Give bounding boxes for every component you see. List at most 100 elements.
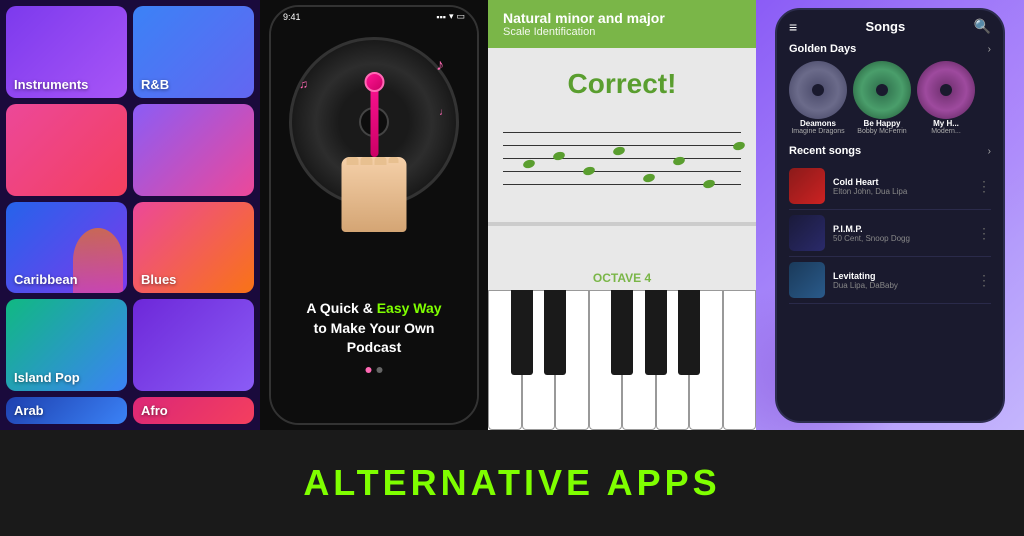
staff-note-2 — [552, 151, 566, 162]
category-tile-blues[interactable]: Blues — [133, 202, 254, 294]
piano-key-cs[interactable] — [511, 290, 533, 375]
podcast-line3: Podcast — [347, 339, 401, 355]
main-container: Instruments R&B Caribbean Blues — [0, 0, 1024, 536]
disc-center-1 — [812, 84, 824, 96]
album-name-2: Be Happy — [853, 119, 911, 128]
staff-note-4 — [612, 146, 626, 157]
piano-key-gs[interactable] — [645, 290, 667, 375]
golden-days-arrow[interactable]: › — [988, 44, 991, 55]
recent-songs-section: Recent songs › Cold Heart Elton John, Du… — [777, 141, 1003, 308]
album-disc-deamons[interactable] — [789, 61, 847, 119]
menu-icon[interactable]: ≡ — [789, 19, 797, 35]
music-note-3: ♩ — [439, 107, 449, 118]
song-info-3: Levitating Dua Lipa, DaBaby — [833, 271, 969, 290]
dot-1 — [366, 367, 372, 373]
song-info-2: P.I.M.P. 50 Cent, Snoop Dogg — [833, 224, 969, 243]
song-info-1: Cold Heart Elton John, Dua Lipa — [833, 177, 969, 196]
podcast-line2: to Make Your Own — [314, 320, 435, 336]
wifi-icon: ▾ — [449, 11, 454, 22]
category-grid: Instruments R&B Caribbean Blues — [0, 0, 260, 430]
staff-note-5 — [642, 173, 656, 184]
category-tile-island[interactable]: Island Pop — [6, 299, 127, 391]
panel-podcast: 9:41 ▪▪▪ ▾ ▭ — [260, 0, 488, 430]
piano-key-fs[interactable] — [611, 290, 633, 375]
song-more-2[interactable]: ⋮ — [977, 225, 991, 242]
signal-icon: ▪▪▪ — [436, 12, 446, 22]
staff-line-4 — [503, 171, 741, 172]
phone-frame-podcast: 9:41 ▪▪▪ ▾ ▭ — [269, 5, 479, 425]
tile-label-arab: Arab — [14, 403, 44, 418]
pagination-dots — [366, 367, 383, 373]
time-display: 9:41 — [283, 12, 301, 22]
category-tile-caribbean[interactable]: Caribbean — [6, 202, 127, 294]
image-area: Instruments R&B Caribbean Blues — [0, 0, 1024, 430]
tile-label-blues: Blues — [141, 272, 176, 287]
category-tile-blank[interactable] — [133, 299, 254, 391]
song-more-1[interactable]: ⋮ — [977, 178, 991, 195]
banner-text: ALTERNATIVE APPS — [303, 462, 720, 504]
podcast-text-area: A Quick & Easy Way to Make Your Own Podc… — [271, 299, 477, 358]
phone-status-bar: 9:41 ▪▪▪ ▾ ▭ — [271, 7, 477, 24]
tile-label-island: Island Pop — [14, 370, 80, 385]
disc-center-3 — [940, 84, 952, 96]
song-artist-1: Elton John, Dua Lipa — [833, 187, 969, 196]
battery-icon: ▭ — [456, 11, 465, 22]
album-item-1[interactable]: Deamons Imagine Dragons — [789, 61, 847, 135]
staff-line-1 — [503, 132, 741, 133]
podcast-line1: A Quick & — [306, 300, 372, 316]
category-tile-rb[interactable]: R&B — [133, 6, 254, 98]
panel-music-categories: Instruments R&B Caribbean Blues — [0, 0, 260, 430]
correct-message: Correct! — [488, 48, 756, 120]
panel-piano-theory: Natural minor and major Scale Identifica… — [488, 0, 756, 430]
category-tile-arab[interactable]: Arab — [6, 397, 127, 424]
tile-label-afro: Afro — [141, 403, 168, 418]
piano-key-as[interactable] — [678, 290, 700, 375]
dot-2 — [377, 367, 383, 373]
album-item-2[interactable]: Be Happy Bobby McFerrin — [853, 61, 911, 135]
album-disc-behappy[interactable] — [853, 61, 911, 119]
bottom-banner: ALTERNATIVE APPS — [0, 430, 1024, 536]
tile-label-rb: R&B — [141, 77, 169, 92]
category-tile-afro[interactable]: Afro — [133, 397, 254, 424]
album-artist-2: Bobby McFerrin — [853, 128, 911, 135]
song-more-3[interactable]: ⋮ — [977, 272, 991, 289]
album-artist-1: Imagine Dragons — [789, 128, 847, 135]
recent-songs-arrow[interactable]: › — [988, 146, 991, 157]
staff-note-3 — [582, 166, 596, 177]
song-artist-3: Dua Lipa, DaBaby — [833, 281, 969, 290]
disc-center-2 — [876, 84, 888, 96]
tile-label-instruments: Instruments — [14, 77, 88, 92]
mp-title: Songs — [866, 19, 906, 34]
song-name-1: Cold Heart — [833, 177, 969, 187]
illustration-area: ♪ ♫ ♩ — [294, 47, 454, 232]
category-tile-genre2[interactable] — [133, 104, 254, 196]
album-item-3[interactable]: My H... Modern... — [917, 61, 975, 135]
album-artist-3: Modern... — [917, 128, 975, 135]
piano-key-c2[interactable] — [723, 290, 757, 430]
podcast-easy: Easy Way — [377, 300, 442, 316]
panel-music-player: ≡ Songs 🔍 Golden Days › — [756, 0, 1024, 430]
piano-key-ds[interactable] — [544, 290, 566, 375]
music-player-phone: ≡ Songs 🔍 Golden Days › — [775, 8, 1005, 423]
category-tile-genre1[interactable] — [6, 104, 127, 196]
search-icon[interactable]: 🔍 — [974, 18, 991, 35]
piano-keyboard[interactable] — [488, 290, 756, 430]
album-disc-myh[interactable] — [917, 61, 975, 119]
staff-note-7 — [702, 179, 716, 190]
category-tile-instruments[interactable]: Instruments — [6, 6, 127, 98]
staff-note-1 — [522, 159, 536, 170]
song-item-3[interactable]: Levitating Dua Lipa, DaBaby ⋮ — [789, 257, 991, 304]
song-item-2[interactable]: P.I.M.P. 50 Cent, Snoop Dogg ⋮ — [789, 210, 991, 257]
song-name-2: P.I.M.P. — [833, 224, 969, 234]
tile-label-caribbean: Caribbean — [14, 272, 78, 287]
song-artist-2: 50 Cent, Snoop Dogg — [833, 234, 969, 243]
mp-header: ≡ Songs 🔍 — [777, 10, 1003, 39]
song-thumb-levitating — [789, 262, 825, 298]
album-name-3: My H... — [917, 119, 975, 128]
song-name-3: Levitating — [833, 271, 969, 281]
recent-songs-label: Recent songs — [789, 145, 861, 157]
piano-app-subtitle: Scale Identification — [503, 26, 741, 38]
fist-illustration — [342, 157, 407, 232]
song-item-1[interactable]: Cold Heart Elton John, Dua Lipa ⋮ — [789, 163, 991, 210]
podcast-headline: A Quick & Easy Way to Make Your Own Podc… — [286, 299, 462, 358]
